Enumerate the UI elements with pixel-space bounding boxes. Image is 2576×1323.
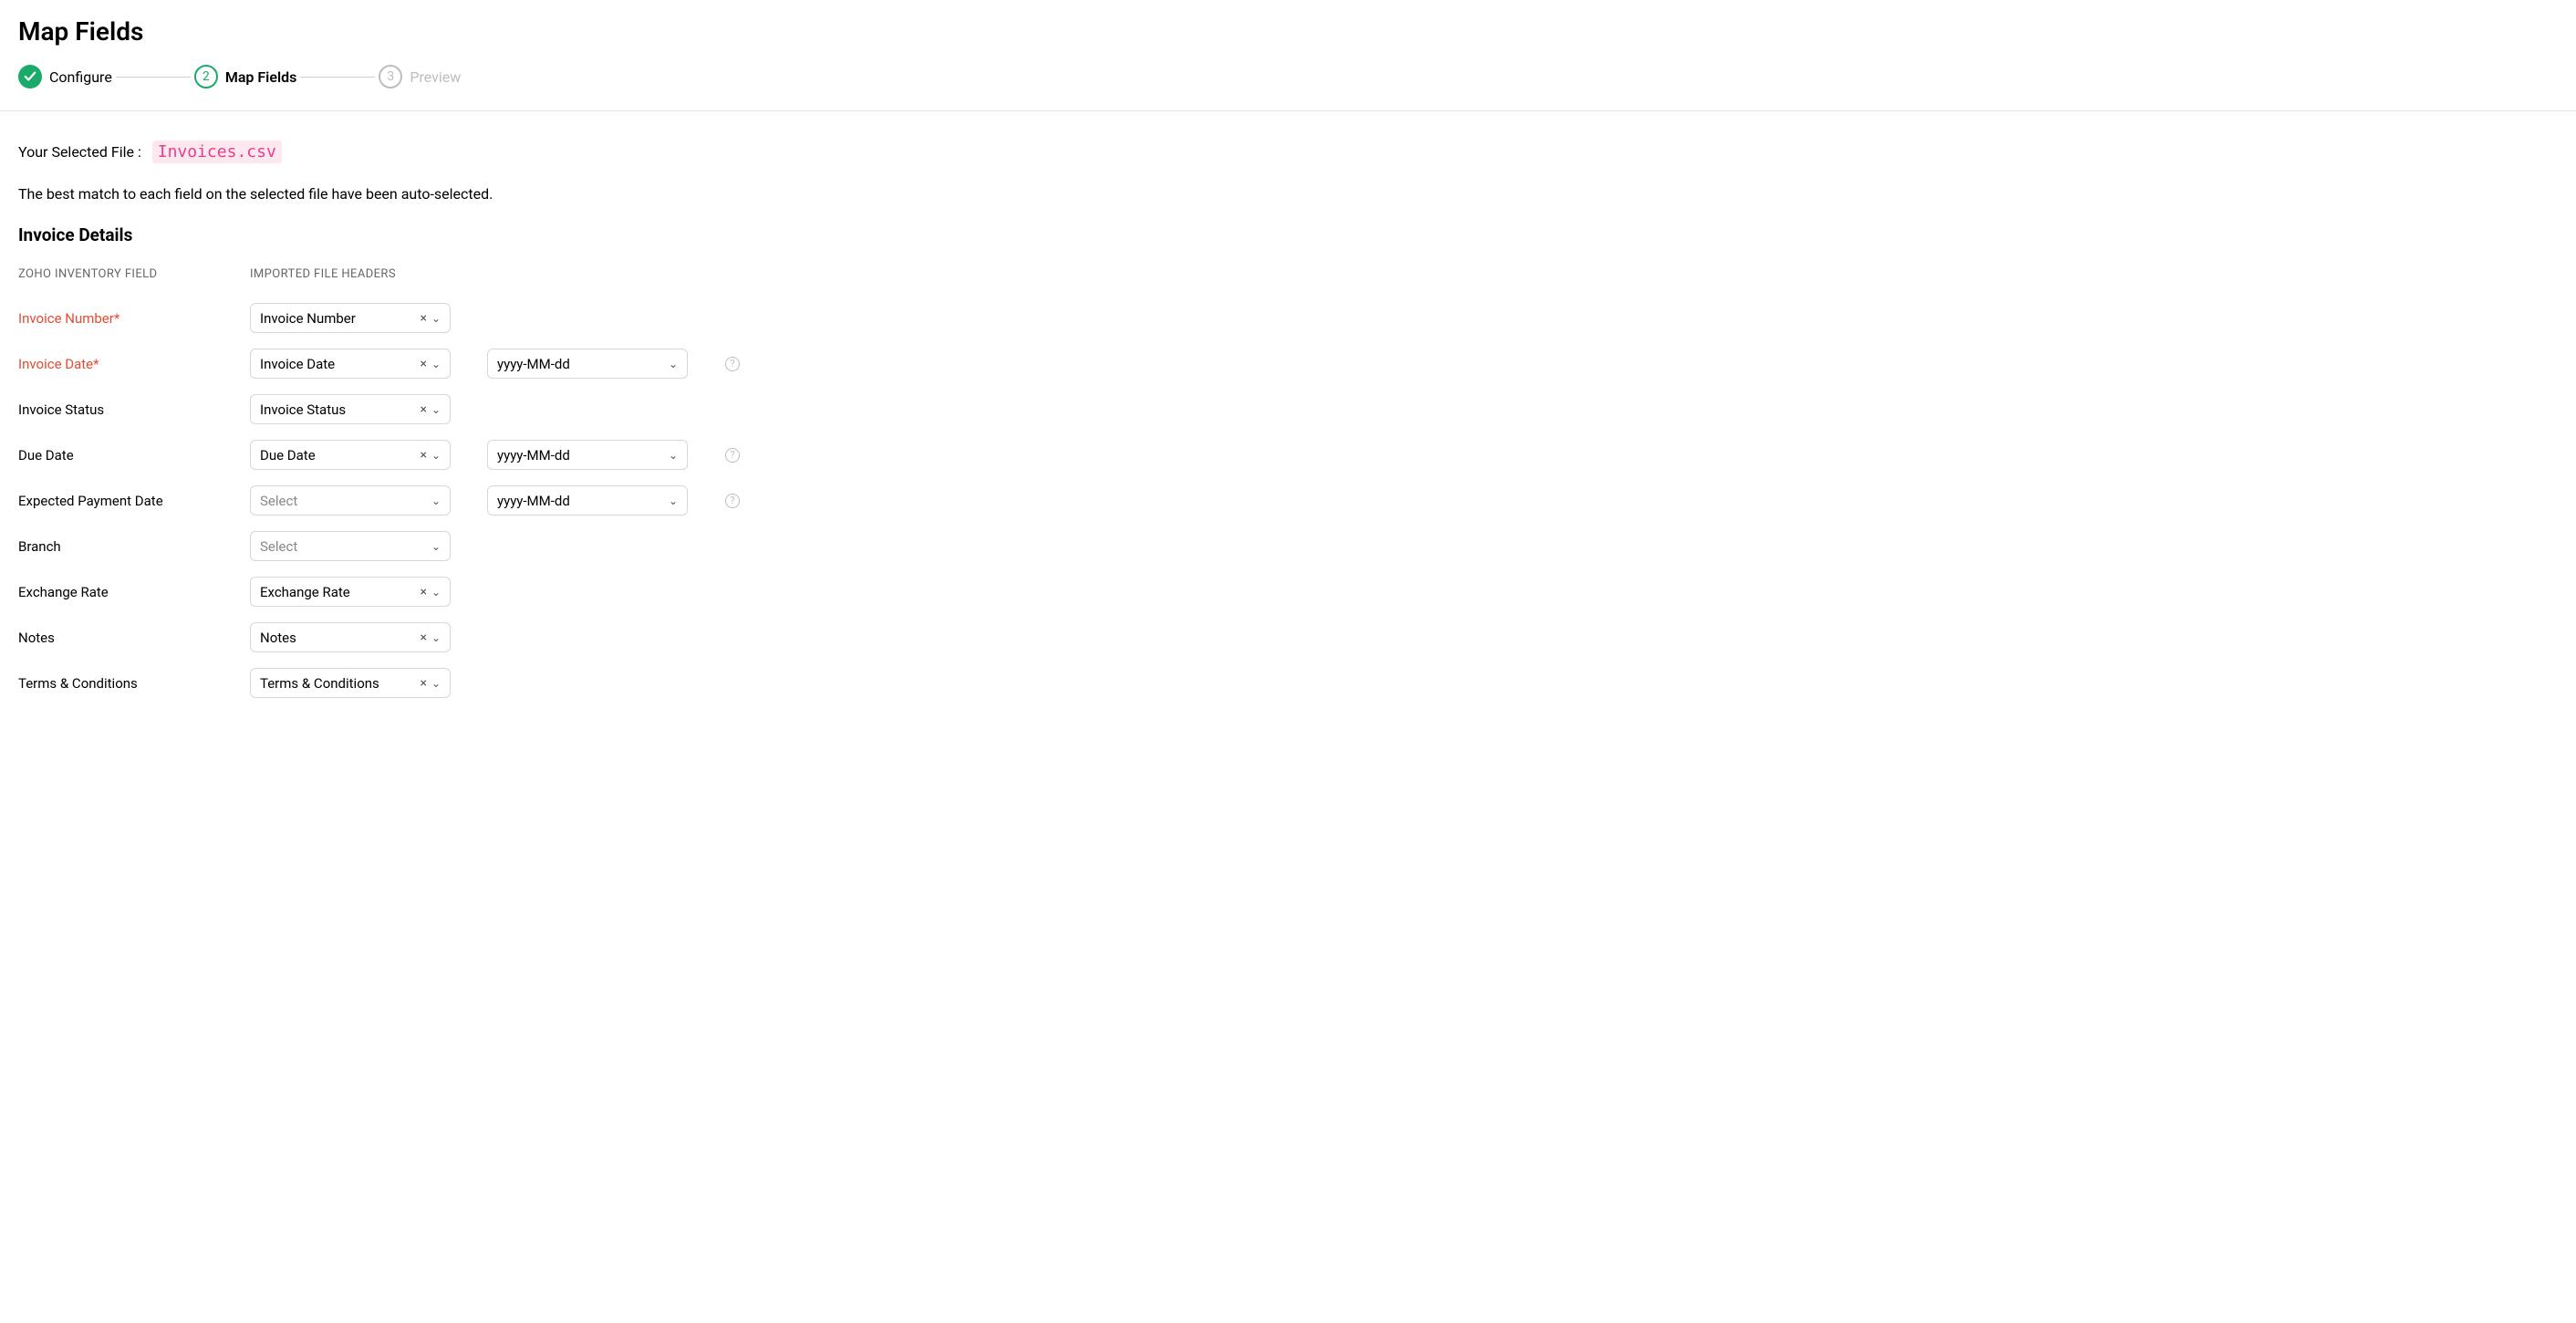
- header-select[interactable]: Exchange Rate×⌄: [250, 577, 451, 607]
- field-label: Invoice Date*: [18, 356, 99, 372]
- header-select[interactable]: Select⌄: [250, 531, 451, 561]
- select-value: Invoice Date: [260, 356, 418, 372]
- field-label: Branch: [18, 538, 61, 555]
- step-preview[interactable]: 3 Preview: [379, 65, 461, 89]
- field-row: Invoice StatusInvoice Status×⌄: [18, 394, 2558, 424]
- select-value: Notes: [260, 630, 418, 646]
- chevron-down-icon: ⌄: [431, 358, 441, 370]
- chevron-down-icon: ⌄: [669, 449, 678, 462]
- clear-icon[interactable]: ×: [418, 630, 428, 645]
- header-select[interactable]: Due Date×⌄: [250, 440, 451, 470]
- clear-icon[interactable]: ×: [418, 311, 428, 326]
- field-label: Exchange Rate: [18, 584, 109, 600]
- date-format-select[interactable]: yyyy-MM-dd⌄: [487, 349, 688, 379]
- step-configure[interactable]: Configure: [18, 65, 112, 89]
- select-value: Due Date: [260, 447, 418, 464]
- page-title: Map Fields: [0, 16, 2576, 65]
- step-number-icon: 2: [194, 65, 218, 89]
- chevron-down-icon: ⌄: [431, 495, 441, 507]
- select-value: yyyy-MM-dd: [497, 356, 666, 372]
- clear-icon[interactable]: ×: [418, 357, 428, 371]
- clear-icon[interactable]: ×: [418, 402, 428, 417]
- chevron-down-icon: ⌄: [669, 495, 678, 507]
- stepper: Configure 2 Map Fields 3 Preview: [0, 65, 2576, 111]
- header-select[interactable]: Select⌄: [250, 485, 451, 516]
- help-icon[interactable]: ?: [725, 494, 740, 508]
- auto-select-message: The best match to each field on the sele…: [18, 185, 2558, 203]
- date-format-select[interactable]: yyyy-MM-dd⌄: [487, 440, 688, 470]
- step-label: Map Fields: [225, 68, 297, 86]
- clear-icon[interactable]: ×: [418, 585, 428, 599]
- step-label: Configure: [49, 68, 112, 86]
- header-select[interactable]: Invoice Date×⌄: [250, 349, 451, 379]
- chevron-down-icon: ⌄: [431, 586, 441, 599]
- clear-icon[interactable]: ×: [418, 676, 428, 691]
- chevron-down-icon: ⌄: [431, 540, 441, 553]
- chevron-down-icon: ⌄: [669, 358, 678, 370]
- select-value: yyyy-MM-dd: [497, 447, 666, 464]
- field-row: Terms & ConditionsTerms & Conditions×⌄: [18, 668, 2558, 698]
- step-label: Preview: [410, 68, 461, 86]
- field-row: Exchange RateExchange Rate×⌄: [18, 577, 2558, 607]
- help-icon[interactable]: ?: [725, 448, 740, 463]
- select-value: Invoice Number: [260, 310, 418, 327]
- field-row: NotesNotes×⌄: [18, 622, 2558, 652]
- select-value: Select: [260, 493, 429, 509]
- select-value: yyyy-MM-dd: [497, 493, 666, 509]
- column-header-imported-headers: IMPORTED FILE HEADERS: [250, 267, 482, 281]
- field-label: Invoice Number*: [18, 310, 119, 327]
- step-number-icon: 3: [379, 65, 402, 89]
- chevron-down-icon: ⌄: [431, 449, 441, 462]
- step-connector: [300, 77, 375, 78]
- field-row: Branch Select⌄: [18, 531, 2558, 561]
- chevron-down-icon: ⌄: [431, 631, 441, 644]
- selected-file-name: Invoices.csv: [152, 141, 282, 163]
- header-select[interactable]: Notes×⌄: [250, 622, 451, 652]
- select-value: Terms & Conditions: [260, 675, 418, 692]
- header-select[interactable]: Terms & Conditions×⌄: [250, 668, 451, 698]
- field-row: Invoice Number* Invoice Number×⌄: [18, 303, 2558, 333]
- field-label: Expected Payment Date: [18, 493, 163, 509]
- select-value: Exchange Rate: [260, 584, 418, 600]
- selected-file-prefix: Your Selected File :: [18, 143, 141, 161]
- field-row: Due DateDue Date×⌄yyyy-MM-dd⌄?: [18, 440, 2558, 470]
- field-label: Terms & Conditions: [18, 675, 138, 692]
- chevron-down-icon: ⌄: [431, 677, 441, 690]
- date-format-select[interactable]: yyyy-MM-dd⌄: [487, 485, 688, 516]
- chevron-down-icon: ⌄: [431, 403, 441, 416]
- selected-file-line: Your Selected File : Invoices.csv: [18, 142, 2558, 161]
- field-label: Invoice Status: [18, 401, 104, 418]
- chevron-down-icon: ⌄: [431, 312, 441, 325]
- select-value: Select: [260, 538, 429, 555]
- field-label: Due Date: [18, 447, 74, 464]
- step-map-fields[interactable]: 2 Map Fields: [194, 65, 297, 89]
- header-select[interactable]: Invoice Status×⌄: [250, 394, 451, 424]
- check-icon: [18, 65, 42, 89]
- column-header-zoho-field: ZOHO INVENTORY FIELD: [18, 267, 250, 281]
- header-select[interactable]: Invoice Number×⌄: [250, 303, 451, 333]
- field-row: Expected Payment DateSelect⌄yyyy-MM-dd⌄?: [18, 485, 2558, 516]
- clear-icon[interactable]: ×: [418, 448, 428, 463]
- step-connector: [116, 77, 191, 78]
- help-icon[interactable]: ?: [725, 357, 740, 371]
- field-label: Notes: [18, 630, 55, 646]
- select-value: Invoice Status: [260, 401, 418, 418]
- section-title: Invoice Details: [18, 224, 2558, 245]
- field-row: Invoice Date*Invoice Date×⌄yyyy-MM-dd⌄?: [18, 349, 2558, 379]
